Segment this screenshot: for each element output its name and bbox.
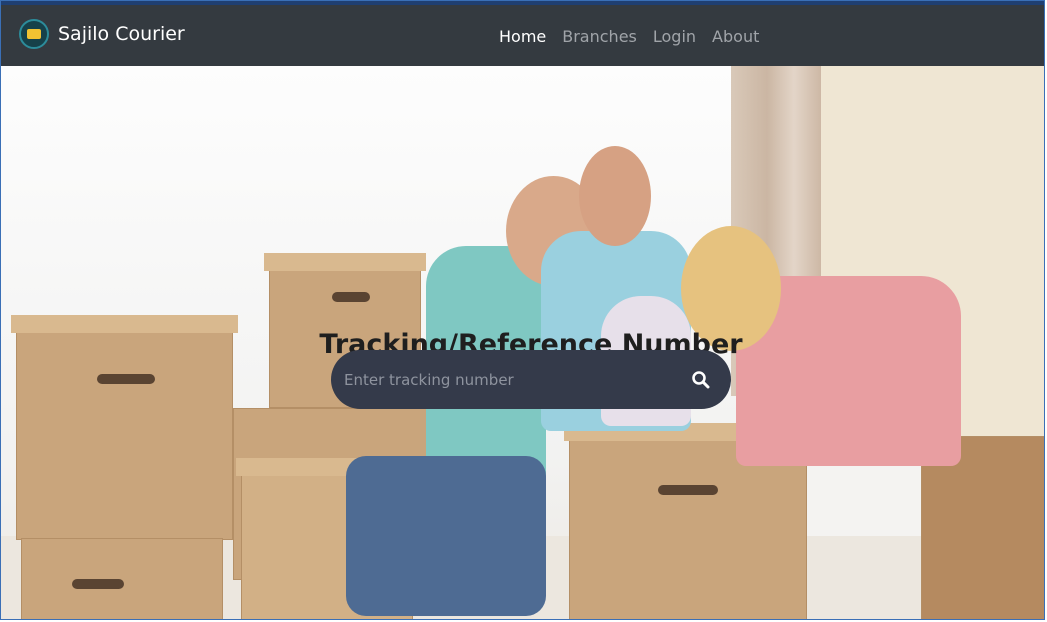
browser-viewport: Sajilo Courier Home Branches Login About… [0,0,1045,620]
tracking-search-bar [331,350,731,409]
search-icon[interactable] [691,370,711,390]
tracking-number-input[interactable] [342,369,666,390]
hero-person-boy-jeans [346,456,546,616]
logo-mark [27,29,41,39]
brand[interactable]: Sajilo Courier [19,19,185,49]
nav-link-about[interactable]: About [712,27,759,46]
main-nav: Home Branches Login About [499,27,759,46]
hero-person-man-head [579,146,651,246]
brand-name[interactable]: Sajilo Courier [58,23,185,45]
nav-link-home[interactable]: Home [499,27,546,46]
nav-link-branches[interactable]: Branches [562,27,637,46]
hero-section: Tracking/Reference Number [1,66,1044,619]
courier-logo-icon [19,19,49,49]
navbar: Sajilo Courier Home Branches Login About [1,5,1044,66]
hero-box [21,538,223,619]
nav-link-login[interactable]: Login [653,27,696,46]
